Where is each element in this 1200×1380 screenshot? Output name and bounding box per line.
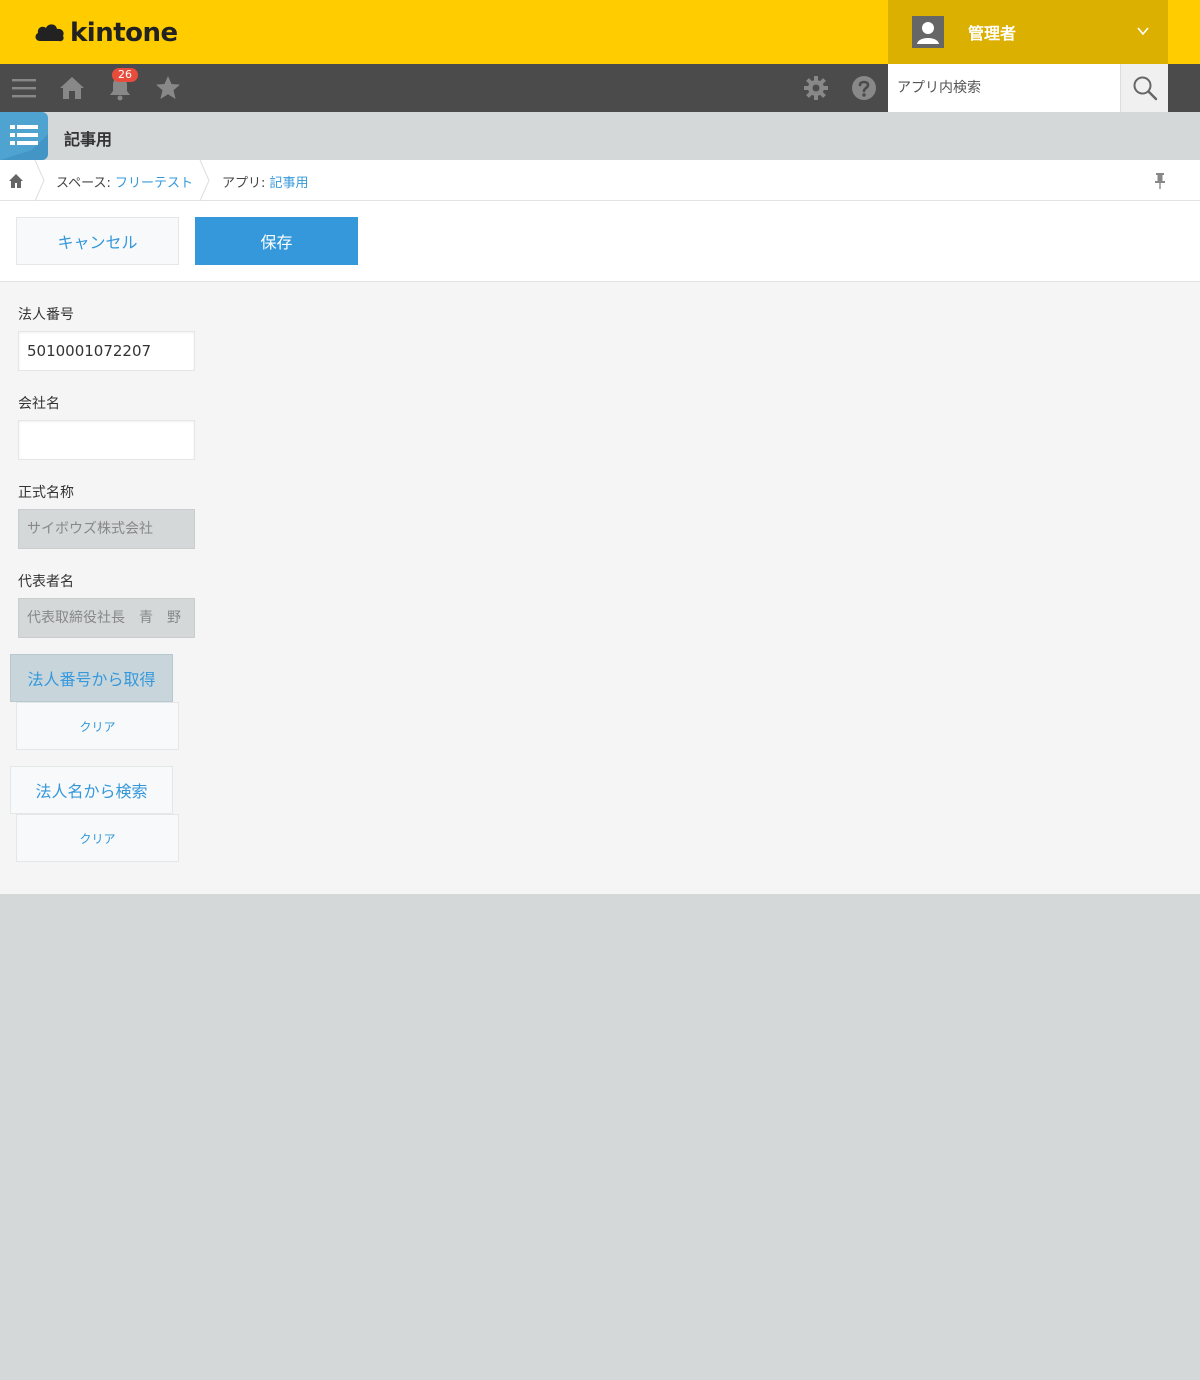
menu-icon[interactable] bbox=[0, 64, 48, 112]
top-header: kintone 管理者 bbox=[0, 0, 1200, 64]
official-name-field: サイボウズ株式会社 bbox=[18, 509, 195, 549]
search-button[interactable] bbox=[1120, 64, 1168, 112]
settings-gear-icon[interactable] bbox=[792, 64, 840, 112]
fetch-by-corp-number-button[interactable]: 法人番号から取得 bbox=[10, 654, 173, 702]
representative-label: 代表者名 bbox=[18, 574, 74, 590]
app-title-bar bbox=[0, 112, 1200, 160]
home-icon[interactable] bbox=[48, 64, 96, 112]
company-name-input[interactable] bbox=[18, 420, 195, 460]
kintone-logo[interactable]: kintone bbox=[34, 18, 178, 48]
app-title: 記事用 bbox=[64, 130, 113, 149]
logo-text: kintone bbox=[70, 18, 178, 48]
company-name-label: 会社名 bbox=[18, 396, 60, 412]
notification-badge: 26 bbox=[112, 68, 138, 82]
corp-number-input[interactable] bbox=[18, 331, 195, 371]
corp-number-label: 法人番号 bbox=[18, 307, 74, 323]
cancel-button[interactable]: キャンセル bbox=[16, 217, 179, 265]
breadcrumb: スペース: フリーテスト アプリ: 記事用 bbox=[0, 160, 1200, 201]
help-icon[interactable] bbox=[840, 64, 888, 112]
official-name-label: 正式名称 bbox=[18, 485, 74, 501]
save-button[interactable]: 保存 bbox=[195, 217, 358, 265]
user-avatar-icon bbox=[912, 16, 944, 48]
user-menu[interactable]: 管理者 bbox=[888, 0, 1168, 64]
search-by-corp-name-button[interactable]: 法人名から検索 bbox=[10, 766, 173, 814]
record-edit-toolbar bbox=[0, 201, 1200, 282]
favorites-star-icon[interactable] bbox=[144, 64, 192, 112]
breadcrumb-separator bbox=[34, 160, 45, 201]
breadcrumb-home-icon[interactable] bbox=[6, 171, 26, 191]
search-icon bbox=[1133, 76, 1157, 101]
breadcrumb-space-link[interactable]: フリーテスト bbox=[115, 176, 193, 191]
pin-icon[interactable] bbox=[1150, 171, 1170, 191]
chevron-down-icon bbox=[1137, 27, 1149, 36]
breadcrumb-app-link[interactable]: 記事用 bbox=[270, 176, 309, 191]
breadcrumb-space: スペース: フリーテスト bbox=[56, 172, 193, 191]
record-form bbox=[0, 282, 1200, 894]
user-name: 管理者 bbox=[968, 24, 1017, 43]
app-list-icon bbox=[0, 112, 48, 160]
app-search-input[interactable] bbox=[888, 64, 1120, 112]
breadcrumb-app: アプリ: 記事用 bbox=[222, 172, 309, 191]
representative-field: 代表取締役社長 青 野 bbox=[18, 598, 195, 638]
breadcrumb-separator bbox=[199, 160, 210, 201]
breadcrumb-space-prefix: スペース: bbox=[56, 176, 115, 191]
clear-button-1[interactable]: クリア bbox=[16, 702, 179, 750]
cloud-logo-icon bbox=[35, 24, 64, 42]
breadcrumb-app-prefix: アプリ: bbox=[222, 176, 270, 191]
clear-button-2[interactable]: クリア bbox=[16, 814, 179, 862]
